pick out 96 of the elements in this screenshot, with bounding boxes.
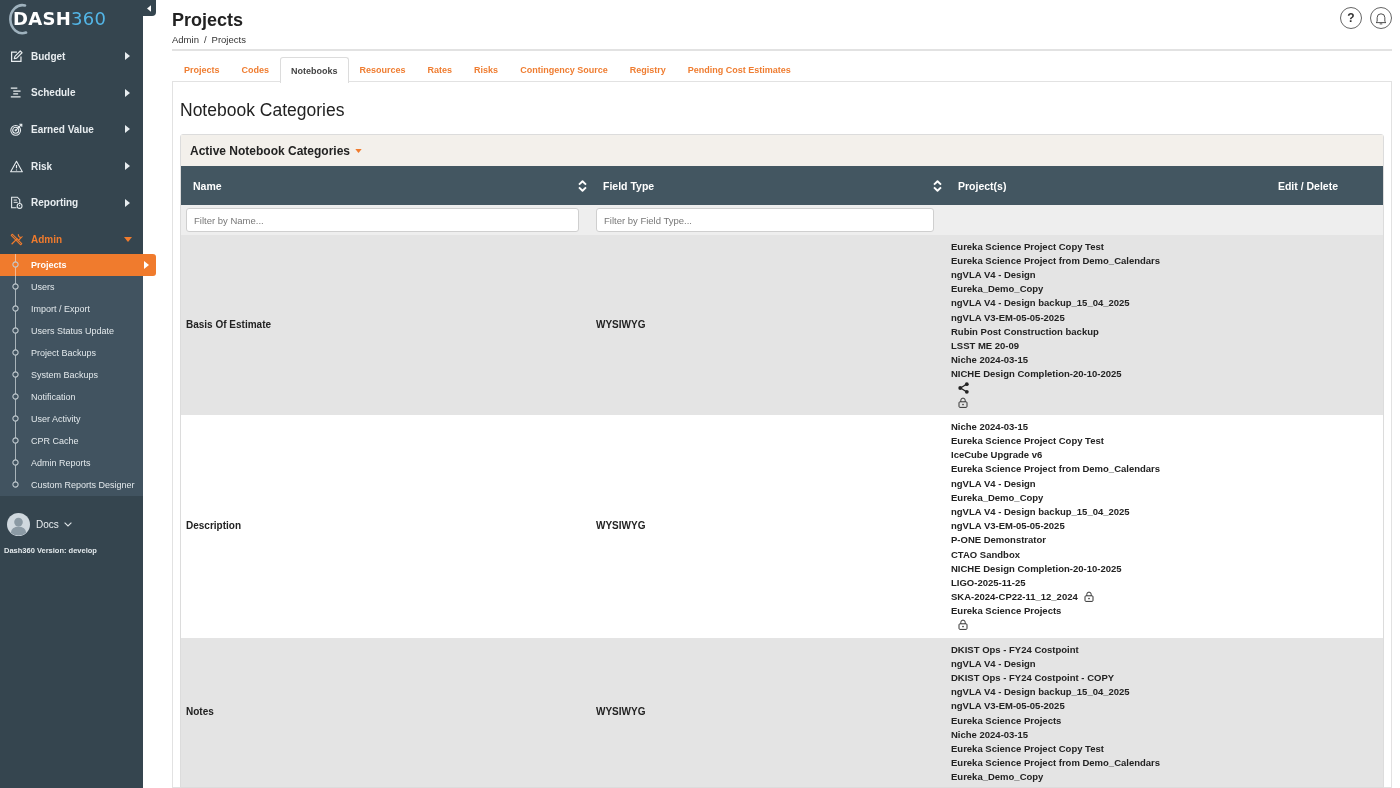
- project-name: Eureka Science Project from Demo_Calendars: [951, 253, 1161, 267]
- sidebar-subitem[interactable]: CPR Cache: [0, 429, 143, 452]
- column-header[interactable]: Field Type: [591, 166, 946, 205]
- timeline-node-icon: [12, 437, 19, 445]
- page-title: Projects: [172, 9, 245, 31]
- table-cell: Basis Of Estimate: [181, 235, 591, 416]
- project-name: CTAO Sandbox: [951, 547, 1020, 561]
- project-name: Eureka Science Projects: [951, 713, 1062, 727]
- timeline-node-icon: [12, 459, 19, 467]
- project-name: Rubin Post Construction backup: [951, 324, 1099, 338]
- project-name: ngVLA V4 - Design backup_15_04_2025: [951, 685, 1130, 699]
- timeline-node-icon: [12, 393, 19, 401]
- share-icon[interactable]: [958, 381, 969, 394]
- collapse-sidebar-button[interactable]: [142, 0, 156, 16]
- edit-icon: [10, 49, 23, 63]
- target-icon: [10, 123, 23, 136]
- project-name: DKIST Ops - FY24 Costpoint: [951, 642, 1079, 656]
- project-name: ngVLA V4 - Design: [951, 267, 1036, 281]
- chevron-down-icon: [63, 521, 72, 527]
- project-name: Niche 2024-03-15: [951, 727, 1029, 741]
- project-name: P-ONE Demonstrator: [951, 533, 1046, 547]
- table-cell: WYSIWYG: [591, 415, 946, 639]
- project-name: Eureka Science Project from Demo_Calendars: [951, 756, 1161, 770]
- caret-left-icon: [147, 4, 151, 12]
- breadcrumb-link[interactable]: Admin: [172, 33, 199, 47]
- sidebar-subitem[interactable]: User Activity: [0, 407, 143, 430]
- project-name: ngVLA V4 - Design backup_15_04_2025: [951, 504, 1130, 518]
- timeline-node-icon: [12, 283, 19, 291]
- sidebar-subitem[interactable]: Import / Export: [0, 297, 143, 320]
- project-name: ngVLA V4 - Design: [951, 476, 1036, 490]
- sidebar-item[interactable]: Earned Value: [0, 111, 143, 148]
- project-name: ngVLA V4 - Design backup_15_04_2025: [951, 296, 1130, 310]
- avatar-icon: [7, 512, 30, 536]
- project-name: Eureka_Demo_Copy: [951, 770, 1044, 784]
- project-name: DKIST Ops - FY24 Costpoint - COPY: [951, 671, 1115, 685]
- warning-icon: [10, 159, 23, 173]
- table-cell: WYSIWYG: [591, 638, 946, 787]
- user-menu-button[interactable]: Docs: [36, 518, 72, 530]
- project-name: Eureka Science Project Copy Test: [951, 741, 1104, 755]
- project-name: Niche 2024-03-15: [951, 419, 1029, 433]
- table-cell: Notes: [181, 638, 591, 787]
- table-cell: Description: [181, 415, 591, 639]
- project-name: Eureka Science Projects: [951, 604, 1062, 618]
- breadcrumb-separator: /: [203, 33, 207, 47]
- caret-down-icon: [355, 148, 363, 153]
- timeline-node-icon: [12, 415, 19, 423]
- project-name: SKA-2024-CP22-11_12_2024: [951, 590, 1078, 604]
- column-header[interactable]: Name: [181, 166, 591, 205]
- sidebar-subitem[interactable]: Users: [0, 275, 143, 298]
- timeline-node-icon: [12, 371, 19, 379]
- sidebar-item[interactable]: Risk: [0, 147, 143, 185]
- project-name: LSST ME 20-09: [951, 338, 1020, 352]
- tools-icon: [10, 232, 23, 246]
- notifications-button[interactable]: [1370, 7, 1392, 29]
- tab[interactable]: Notebooks: [280, 57, 349, 83]
- sidebar-item[interactable]: Budget: [0, 38, 143, 75]
- sidebar-subitem[interactable]: Admin Reports: [0, 451, 143, 474]
- project-name: ngVLA V3-EM-05-05-2025: [951, 310, 1065, 324]
- project-name: IceCube Upgrade v6: [951, 448, 1043, 462]
- help-button[interactable]: ?: [1340, 7, 1362, 29]
- bell-icon: [1375, 11, 1387, 25]
- project-name: ngVLA V3-EM-05-05-2025: [951, 519, 1065, 533]
- column-header: Project(s): [946, 166, 1233, 205]
- sidebar-subitem[interactable]: Custom Reports Designer: [0, 473, 143, 496]
- sidebar-subitem[interactable]: Users Status Update: [0, 319, 143, 342]
- timeline-node-icon: [12, 305, 19, 313]
- list-icon: [10, 86, 23, 100]
- timeline-node-icon: [12, 349, 19, 357]
- logo-text: DASH360: [13, 8, 107, 30]
- project-name: Eureka_Demo_Copy: [951, 490, 1044, 504]
- project-name: NICHE Design Completion-20-10-2025: [951, 367, 1122, 381]
- sidebar-item[interactable]: Schedule: [0, 74, 143, 112]
- filter-field[interactable]: Filter by Name...: [186, 208, 579, 232]
- section-title: Notebook Categories: [180, 99, 346, 121]
- project-name: Eureka Science Project Copy Test: [951, 239, 1104, 253]
- project-name: ngVLA V3-EM-05-05-2025: [951, 699, 1065, 713]
- project-name: NICHE Design Completion-20-10-2025: [951, 561, 1122, 575]
- timeline-node-icon: [12, 481, 19, 489]
- project-name: Eureka Science Project from Demo_Calendars: [951, 462, 1161, 476]
- project-name: Niche 2024-03-15: [951, 353, 1029, 367]
- category-filter-dropdown[interactable]: Active Notebook Categories: [190, 143, 363, 158]
- project-name: Eureka Science Project Copy Test: [951, 434, 1104, 448]
- breadcrumb-current: Projects: [211, 33, 246, 47]
- document-icon: [10, 196, 23, 210]
- timeline-node-icon: [12, 327, 19, 335]
- column-header: Edit / Delete: [1233, 166, 1383, 205]
- timeline-node-icon: [12, 261, 19, 269]
- project-name: Eureka_Demo_Copy: [951, 282, 1044, 296]
- project-name: LIGO-2025-11-25: [951, 575, 1026, 589]
- filter-field[interactable]: Filter by Field Type...: [596, 208, 934, 232]
- table-cell: WYSIWYG: [591, 235, 946, 416]
- sidebar-subitem[interactable]: System Backups: [0, 363, 143, 386]
- project-name: ngVLA V4 - Design: [951, 656, 1036, 670]
- sidebar-subitem[interactable]: Project Backups: [0, 341, 143, 364]
- sidebar-item[interactable]: Reporting: [0, 184, 143, 221]
- sidebar-subitem[interactable]: Notification: [0, 385, 143, 408]
